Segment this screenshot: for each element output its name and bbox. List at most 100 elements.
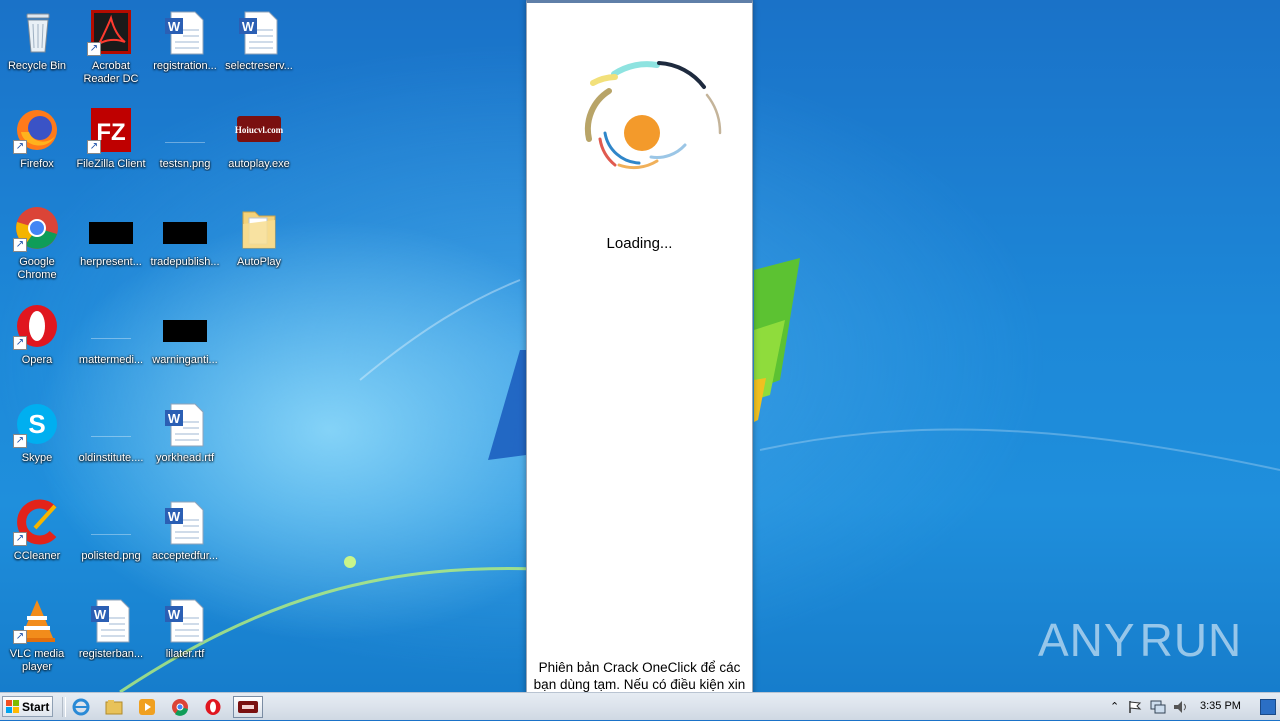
word-document-icon: W (239, 11, 278, 55)
desktop-icon-warninganti[interactable]: warninganti... (148, 302, 222, 367)
volume-icon[interactable] (1172, 699, 1188, 715)
desktop: Recycle Bin ↗ Firefox ↗ Google Chrome ↗ … (0, 0, 1280, 692)
icon-label: mattermedi... (78, 354, 144, 366)
chrome-icon (172, 699, 188, 716)
icon-label: herpresent... (80, 256, 142, 268)
svg-text:W: W (168, 411, 181, 426)
system-tray: ⌃ 3:35 PM (1100, 693, 1280, 721)
watermark-text-right: RUN (1139, 614, 1243, 666)
desktop-icon-google-chrome[interactable]: ↗ Google Chrome (0, 204, 74, 282)
taskbar-autoplay-button[interactable] (233, 696, 263, 718)
desktop-icon-opera[interactable]: ↗ Opera (0, 302, 74, 367)
word-document-icon: W (165, 403, 204, 447)
icon-label: Acrobat Reader DC (83, 60, 139, 85)
icon-label: VLC media player (9, 648, 65, 673)
file-thumbnail (165, 142, 205, 143)
start-label: Start (22, 699, 50, 714)
file-thumbnail (89, 222, 133, 244)
desktop-icon-selectreserv[interactable]: W selectreserv... (222, 8, 296, 73)
shortcut-arrow-icon: ↗ (13, 532, 27, 546)
word-document-icon: W (165, 501, 204, 545)
icon-label: Opera (21, 354, 53, 366)
desktop-icon-mattermedi[interactable]: mattermedi... (74, 302, 148, 367)
loader-window: Loading... Phiên bản Crack OneClick để c… (526, 0, 753, 692)
clock[interactable]: 3:35 PM (1200, 700, 1241, 712)
internet-explorer-icon (72, 698, 90, 716)
icon-label: testsn.png (159, 158, 211, 170)
loading-text: Loading... (606, 235, 673, 252)
action-center-flag-icon[interactable] (1128, 700, 1142, 714)
desktop-icon-vlc[interactable]: ↗ VLC media player (0, 596, 74, 674)
word-document-icon: W (165, 599, 204, 643)
loading-spinner (584, 61, 722, 170)
taskbar-media-player-button[interactable] (136, 696, 158, 718)
shortcut-arrow-icon: ↗ (13, 630, 27, 644)
shortcut-arrow-icon: ↗ (13, 238, 27, 252)
icon-label: Google Chrome (17, 256, 57, 281)
taskbar-chrome-button[interactable] (169, 696, 191, 718)
desktop-icon-lilater[interactable]: W lilater.rtf (148, 596, 222, 661)
show-desktop-button[interactable] (1260, 699, 1276, 715)
media-player-icon (139, 699, 155, 715)
show-hidden-icons-chevron-icon[interactable]: ⌃ (1110, 700, 1119, 713)
windows-flag-icon (6, 700, 19, 713)
file-thumbnail (91, 338, 131, 339)
desktop-icon-oldinstitute[interactable]: oldinstitute.... (74, 400, 148, 465)
anyrun-watermark: ANY RUN (1038, 608, 1241, 672)
folder-icon (242, 211, 276, 249)
shortcut-arrow-icon: ↗ (87, 140, 101, 154)
shortcut-arrow-icon: ↗ (13, 336, 27, 350)
icon-label: yorkhead.rtf (155, 452, 215, 464)
icon-label: acceptedfur... (151, 550, 219, 562)
desktop-icon-yorkhead[interactable]: W yorkhead.rtf (148, 400, 222, 465)
icon-label: tradepublish... (150, 256, 220, 268)
network-icon[interactable] (1150, 699, 1166, 715)
icon-label: Firefox (20, 158, 54, 170)
desktop-icon-skype[interactable]: S ↗ Skype (0, 400, 74, 465)
taskbar-explorer-button[interactable] (103, 696, 125, 718)
desktop-icon-acrobat-reader[interactable]: ↗ Acrobat Reader DC (74, 8, 148, 86)
file-thumbnail (91, 436, 131, 437)
desktop-icon-autoplay-folder[interactable]: AutoPlay (222, 204, 296, 269)
file-thumbnail (163, 222, 207, 244)
icon-label: polisted.png (81, 550, 141, 562)
desktop-icon-firefox[interactable]: ↗ Firefox (0, 106, 74, 171)
desktop-icon-registration[interactable]: W registration... (148, 8, 222, 73)
svg-text:W: W (168, 509, 181, 524)
desktop-icon-testsn[interactable]: testsn.png (148, 106, 222, 171)
watermark-text-left: ANY (1038, 614, 1136, 666)
folder-explorer-icon (105, 700, 123, 715)
svg-text:W: W (168, 607, 181, 622)
desktop-icon-autoplay-exe[interactable]: Hoiucvl.com autoplay.exe (222, 106, 296, 171)
svg-text:W: W (242, 19, 255, 34)
icon-label: CCleaner (13, 550, 61, 562)
start-button[interactable]: Start (2, 696, 53, 717)
taskbar: Start ⌃ 3:35 PM (0, 692, 1280, 720)
autoplay-app-icon: Hoiucvl.com (235, 116, 284, 142)
icon-label: registerban... (78, 648, 144, 660)
desktop-icon-acceptedfur[interactable]: W acceptedfur... (148, 498, 222, 563)
desktop-icon-ccleaner[interactable]: ↗ CCleaner (0, 498, 74, 563)
desktop-icon-polisted[interactable]: polisted.png (74, 498, 148, 563)
svg-text:W: W (94, 607, 107, 622)
desktop-icon-herpresent[interactable]: herpresent... (74, 204, 148, 269)
shortcut-arrow-icon: ↗ (87, 42, 101, 56)
icon-label: Recycle Bin (7, 60, 67, 72)
taskbar-ie-button[interactable] (70, 696, 92, 718)
desktop-icon-filezilla[interactable]: FZ ↗ FileZilla Client (74, 106, 148, 171)
svg-text:W: W (168, 19, 181, 34)
opera-icon (205, 699, 221, 715)
taskbar-opera-button[interactable] (202, 696, 224, 718)
shortcut-arrow-icon: ↗ (13, 140, 27, 154)
shortcut-arrow-icon: ↗ (13, 434, 27, 448)
desktop-icon-recycle-bin[interactable]: Recycle Bin (0, 8, 74, 73)
icon-label: lilater.rtf (165, 648, 205, 660)
desktop-icon-tradepublish[interactable]: tradepublish... (148, 204, 222, 269)
icon-label: FileZilla Client (76, 158, 146, 170)
recycle-bin-icon (26, 13, 50, 53)
svg-text:Hoiucvl.com: Hoiucvl.com (235, 125, 283, 135)
autoplay-app-icon (238, 701, 258, 713)
icon-label: registration... (153, 60, 217, 72)
desktop-icon-registerban[interactable]: W registerban... (74, 596, 148, 661)
icon-label: selectreserv... (225, 60, 293, 72)
